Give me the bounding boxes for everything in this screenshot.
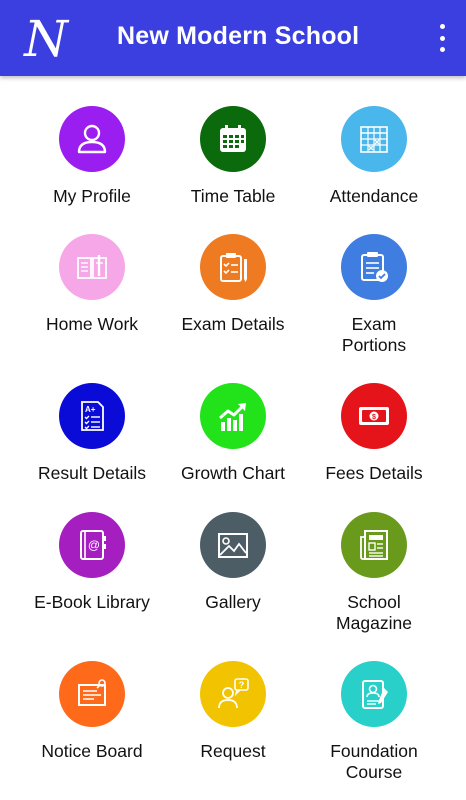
tile-icon-circle <box>59 234 125 300</box>
tile-icon-circle <box>341 234 407 300</box>
tile-label: Result Details <box>38 463 146 483</box>
tile-icon-circle <box>341 661 407 727</box>
certificate-icon <box>362 680 388 709</box>
tile-icon-circle <box>200 106 266 172</box>
user-icon <box>77 124 107 154</box>
tile-fees-details[interactable]: $ Fees Details <box>299 383 449 484</box>
tile-attendance[interactable]: Attendance <box>299 106 449 207</box>
calendar-icon <box>220 125 246 152</box>
tile-label: Notice Board <box>41 741 143 761</box>
tile-exam-portions[interactable]: Exam Portions <box>299 234 449 356</box>
tile-label: Growth Chart <box>180 463 286 483</box>
app-bar: N New Modern School <box>0 0 466 76</box>
tile-label: Request <box>200 741 266 761</box>
tile-home-work[interactable]: Home Work <box>17 234 167 335</box>
svg-text:$: $ <box>372 414 376 421</box>
tile-icon-circle <box>200 512 266 578</box>
tile-label: Fees Details <box>325 463 423 483</box>
notebook-icon <box>77 255 107 279</box>
svg-text:N: N <box>23 10 70 66</box>
money-icon: $ <box>359 407 389 425</box>
tile-icon-circle: A+ <box>59 383 125 449</box>
tile-school-magazine[interactable]: School Magazine <box>299 512 449 634</box>
tile-label: Time Table <box>190 186 276 206</box>
address-book-icon: @ <box>80 530 106 560</box>
image-icon <box>218 533 248 558</box>
tile-icon-circle: @ <box>59 512 125 578</box>
tile-label: School Magazine <box>336 592 412 633</box>
tile-icon-circle <box>59 106 125 172</box>
tile-label: E-Book Library <box>34 592 150 612</box>
tile-my-profile[interactable]: My Profile <box>17 106 167 207</box>
svg-text:A+: A+ <box>85 405 96 414</box>
svg-text:?: ? <box>239 680 245 690</box>
tile-growth-chart[interactable]: Growth Chart <box>158 383 308 484</box>
tile-label: Home Work <box>45 314 139 334</box>
svg-text:@: @ <box>88 538 100 552</box>
tile-icon-circle <box>341 512 407 578</box>
tile-label: Attendance <box>329 186 419 206</box>
tile-icon-circle <box>59 661 125 727</box>
app-title: New Modern School <box>117 22 360 50</box>
tile-time-table[interactable]: Time Table <box>158 106 308 207</box>
question-person-icon: ? <box>218 678 249 709</box>
tile-icon-circle <box>341 106 407 172</box>
tile-label: Exam Portions <box>341 314 407 355</box>
tile-gallery[interactable]: Gallery <box>158 512 308 613</box>
tile-request[interactable]: ? Request <box>158 661 308 762</box>
newspaper-icon <box>360 530 388 560</box>
tile-icon-circle <box>200 234 266 300</box>
checklist-icon <box>361 252 388 282</box>
tile-foundation-course[interactable]: Foundation Course <box>299 661 449 783</box>
tile-result-details[interactable]: A+ Result Details <box>17 383 167 484</box>
notice-board-icon <box>78 679 106 706</box>
growth-chart-icon <box>219 403 246 431</box>
tile-icon-circle <box>200 383 266 449</box>
more-vert-icon[interactable] <box>436 24 448 52</box>
tile-label: Foundation Course <box>330 741 418 782</box>
attendance-grid-icon <box>360 126 388 153</box>
report-card-icon: A+ <box>81 401 104 431</box>
clipboard-pencil-icon <box>220 253 247 282</box>
tile-label: Exam Details <box>181 314 285 334</box>
school-logo-icon[interactable]: N <box>20 10 72 66</box>
tile-e-book-library[interactable]: @ E-Book Library <box>17 512 167 613</box>
tile-notice-board[interactable]: Notice Board <box>17 661 167 762</box>
tile-icon-circle: $ <box>341 383 407 449</box>
tile-label: My Profile <box>53 186 131 206</box>
tile-icon-circle: ? <box>200 661 266 727</box>
tile-label: Gallery <box>205 592 261 612</box>
tile-exam-details[interactable]: Exam Details <box>158 234 308 335</box>
